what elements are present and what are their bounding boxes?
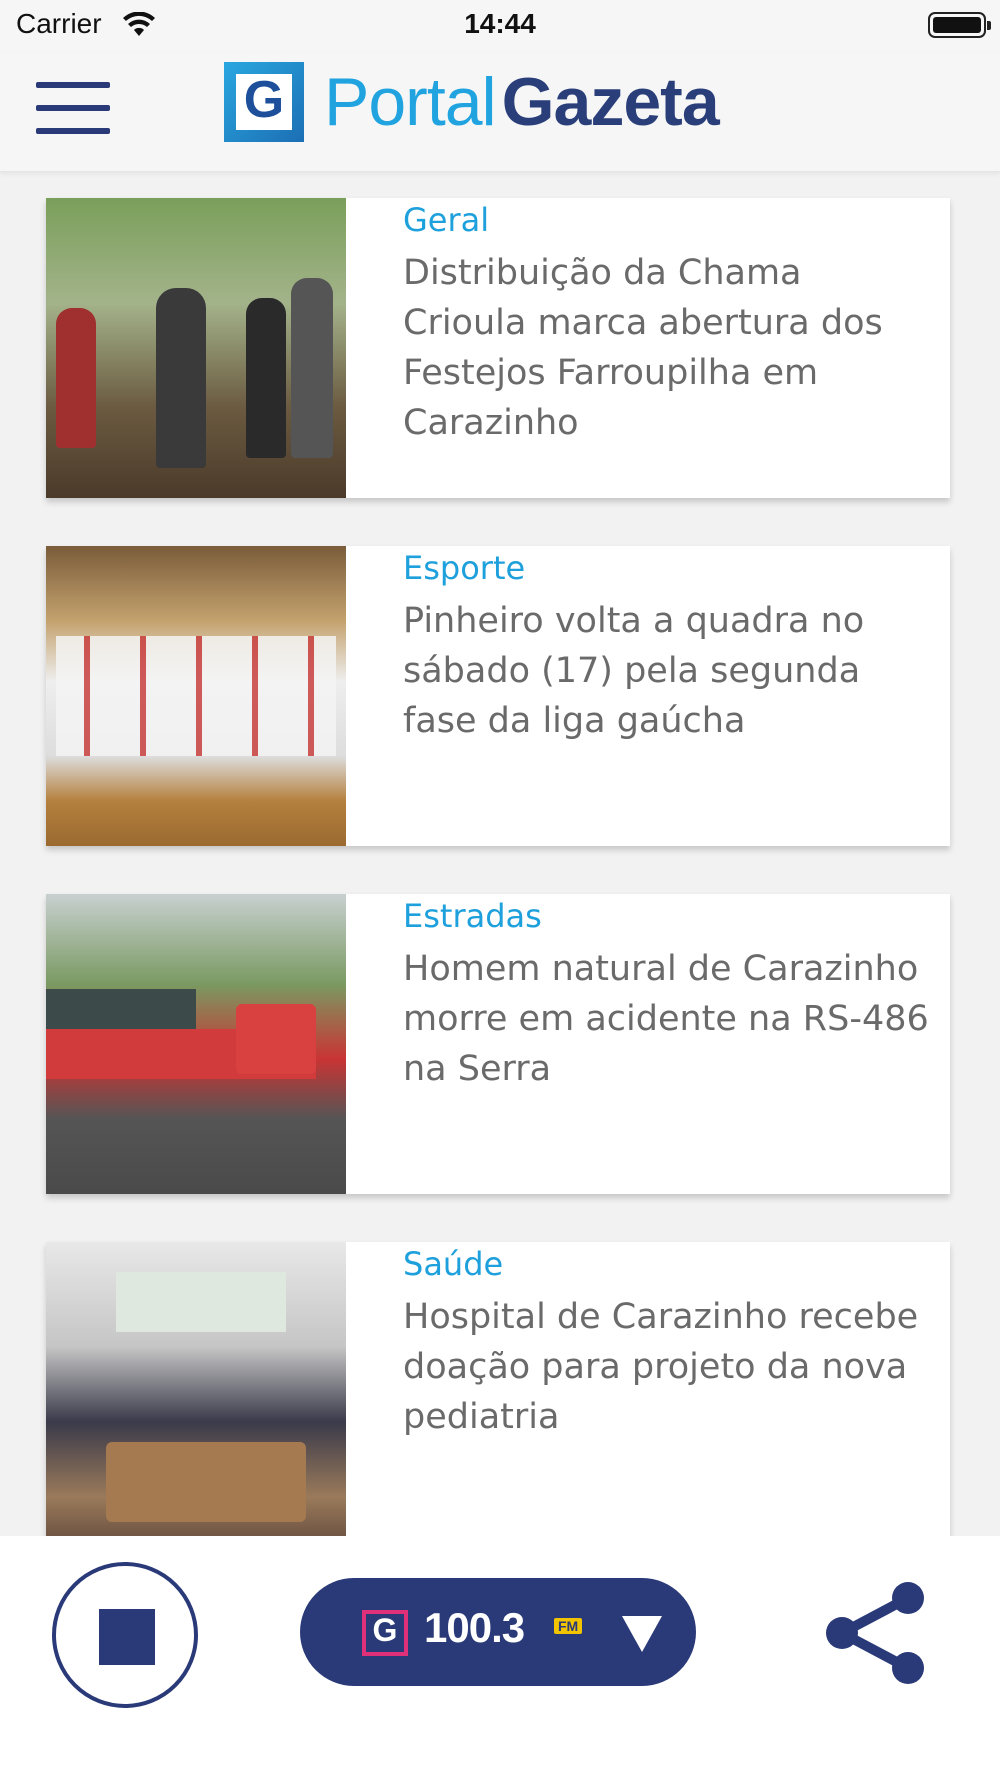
news-card[interactable]: Geral Distribuição da Chama Crioula marc… bbox=[46, 198, 950, 498]
status-time: 14:44 bbox=[464, 8, 536, 39]
station-logo-icon bbox=[362, 1610, 408, 1656]
station-frequency: 100.3 bbox=[424, 1604, 525, 1651]
news-feed[interactable]: Geral Distribuição da Chama Crioula marc… bbox=[0, 172, 1000, 1536]
share-icon[interactable] bbox=[820, 1578, 930, 1688]
logo-text-portal: Portal bbox=[324, 64, 497, 140]
stop-button[interactable] bbox=[52, 1562, 198, 1708]
battery-icon bbox=[928, 12, 991, 38]
news-card[interactable]: Esporte Pinheiro volta a quadra no sábad… bbox=[46, 546, 950, 846]
news-title: Hospital de Carazinho recebe doação para… bbox=[403, 1297, 919, 1437]
chevron-down-icon bbox=[622, 1616, 662, 1652]
news-thumbnail bbox=[46, 1242, 346, 1536]
hamburger-menu-icon[interactable] bbox=[36, 82, 110, 134]
news-card[interactable]: Saúde Hospital de Carazinho recebe doaçã… bbox=[46, 1242, 950, 1536]
news-card-body: Geral Distribuição da Chama Crioula marc… bbox=[346, 198, 950, 498]
logo-text-gazeta: Gazeta bbox=[501, 64, 720, 140]
news-category: Estradas bbox=[403, 897, 542, 935]
news-card-body: Estradas Homem natural de Carazinho morr… bbox=[346, 894, 950, 1194]
portal-gazeta-logo: PortalGazeta bbox=[224, 62, 720, 142]
news-title: Distribuição da Chama Crioula marca aber… bbox=[403, 253, 883, 443]
news-card-body: Saúde Hospital de Carazinho recebe doaçã… bbox=[346, 1242, 950, 1536]
news-category: Esporte bbox=[403, 549, 526, 587]
news-title: Homem natural de Carazinho morre em acid… bbox=[403, 949, 929, 1089]
station-band-badge: FM bbox=[554, 1618, 583, 1634]
app-header: PortalGazeta bbox=[0, 52, 1000, 172]
news-category: Geral bbox=[403, 201, 490, 239]
station-selector[interactable]: 100.3 FM bbox=[300, 1578, 696, 1686]
news-thumbnail bbox=[46, 546, 346, 846]
news-card-body: Esporte Pinheiro volta a quadra no sábad… bbox=[346, 546, 950, 846]
news-thumbnail bbox=[46, 894, 346, 1194]
logo-text: PortalGazeta bbox=[324, 68, 720, 136]
news-thumbnail bbox=[46, 198, 346, 498]
news-title: Pinheiro volta a quadra no sábado (17) p… bbox=[403, 601, 865, 741]
news-category: Saúde bbox=[403, 1245, 504, 1283]
status-bar: Carrier 14:44 bbox=[0, 0, 1000, 52]
stop-icon bbox=[99, 1609, 155, 1665]
radio-player-bar: 100.3 FM bbox=[0, 1536, 1000, 1778]
gazeta-logo-mark bbox=[224, 62, 304, 142]
news-card[interactable]: Estradas Homem natural de Carazinho morr… bbox=[46, 894, 950, 1194]
